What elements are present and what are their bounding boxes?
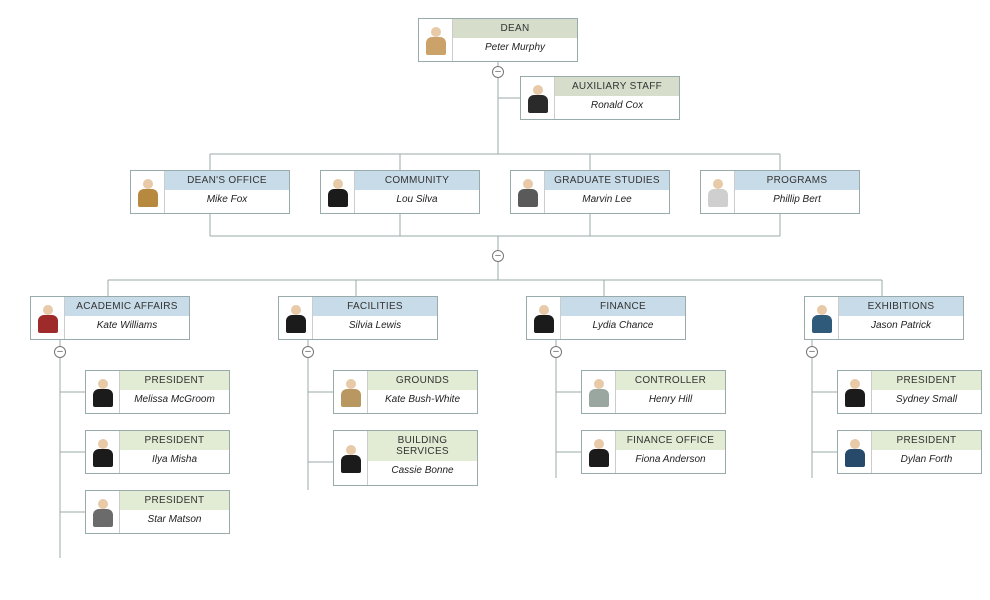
org-node-pres4[interactable]: PRESIDENTSydney Small bbox=[837, 370, 982, 414]
node-name: Phillip Bert bbox=[735, 190, 859, 209]
avatar bbox=[334, 431, 368, 485]
collapse-toggle[interactable]: – bbox=[492, 66, 504, 78]
node-title: EXHIBITIONS bbox=[839, 297, 963, 316]
node-title: PROGRAMS bbox=[735, 171, 859, 190]
org-node-building[interactable]: BUILDING SERVICESCassie Bonne bbox=[333, 430, 478, 486]
org-node-pres3[interactable]: PRESIDENTStar Matson bbox=[85, 490, 230, 534]
node-name: Henry Hill bbox=[616, 390, 725, 409]
node-title: PRESIDENT bbox=[872, 371, 981, 390]
node-title: PRESIDENT bbox=[120, 371, 229, 390]
avatar bbox=[334, 371, 368, 413]
avatar bbox=[86, 431, 120, 473]
node-title: FINANCE bbox=[561, 297, 685, 316]
org-node-dean[interactable]: DEANPeter Murphy bbox=[418, 18, 578, 62]
node-title: PRESIDENT bbox=[120, 431, 229, 450]
node-name: Kate Williams bbox=[65, 316, 189, 335]
node-name: Fiona Anderson bbox=[616, 450, 725, 469]
node-title: GRADUATE STUDIES bbox=[545, 171, 669, 190]
node-name: Ronald Cox bbox=[555, 96, 679, 115]
avatar bbox=[279, 297, 313, 339]
node-name: Cassie Bonne bbox=[368, 461, 477, 480]
node-name: Star Matson bbox=[120, 510, 229, 529]
node-name: Melissa McGroom bbox=[120, 390, 229, 409]
node-title: GROUNDS bbox=[368, 371, 477, 390]
avatar bbox=[701, 171, 735, 213]
avatar bbox=[838, 371, 872, 413]
org-node-programs[interactable]: PROGRAMSPhillip Bert bbox=[700, 170, 860, 214]
collapse-toggle[interactable]: – bbox=[550, 346, 562, 358]
collapse-toggle[interactable]: – bbox=[492, 250, 504, 262]
node-title: CONTROLLER bbox=[616, 371, 725, 390]
node-name: Marvin Lee bbox=[545, 190, 669, 209]
node-title: DEAN bbox=[453, 19, 577, 38]
org-node-pres5[interactable]: PRESIDENTDylan Forth bbox=[837, 430, 982, 474]
org-node-pres1[interactable]: PRESIDENTMelissa McGroom bbox=[85, 370, 230, 414]
org-node-aux[interactable]: AUXILIARY STAFFRonald Cox bbox=[520, 76, 680, 120]
org-node-finance[interactable]: FINANCELydia Chance bbox=[526, 296, 686, 340]
avatar bbox=[582, 431, 616, 473]
collapse-toggle[interactable]: – bbox=[806, 346, 818, 358]
avatar bbox=[582, 371, 616, 413]
avatar bbox=[86, 491, 120, 533]
avatar bbox=[419, 19, 453, 61]
org-node-exhibitions[interactable]: EXHIBITIONSJason Patrick bbox=[804, 296, 964, 340]
avatar bbox=[321, 171, 355, 213]
node-title: FINANCE OFFICE bbox=[616, 431, 725, 450]
org-node-facilities[interactable]: FACILITIESSilvia Lewis bbox=[278, 296, 438, 340]
node-name: Mike Fox bbox=[165, 190, 289, 209]
org-node-controller[interactable]: CONTROLLERHenry Hill bbox=[581, 370, 726, 414]
org-node-finoffice[interactable]: FINANCE OFFICEFiona Anderson bbox=[581, 430, 726, 474]
node-title: DEAN'S OFFICE bbox=[165, 171, 289, 190]
node-title: AUXILIARY STAFF bbox=[555, 77, 679, 96]
collapse-toggle[interactable]: – bbox=[54, 346, 66, 358]
org-node-grad[interactable]: GRADUATE STUDIESMarvin Lee bbox=[510, 170, 670, 214]
node-name: Lydia Chance bbox=[561, 316, 685, 335]
node-name: Jason Patrick bbox=[839, 316, 963, 335]
node-name: Sydney Small bbox=[872, 390, 981, 409]
node-name: Lou Silva bbox=[355, 190, 479, 209]
org-node-grounds[interactable]: GROUNDSKate Bush-White bbox=[333, 370, 478, 414]
avatar bbox=[31, 297, 65, 339]
node-title: BUILDING SERVICES bbox=[368, 431, 477, 461]
node-title: PRESIDENT bbox=[120, 491, 229, 510]
node-title: COMMUNITY bbox=[355, 171, 479, 190]
node-name: Dylan Forth bbox=[872, 450, 981, 469]
node-title: ACADEMIC AFFAIRS bbox=[65, 297, 189, 316]
avatar bbox=[527, 297, 561, 339]
avatar bbox=[838, 431, 872, 473]
org-node-community[interactable]: COMMUNITYLou Silva bbox=[320, 170, 480, 214]
org-node-academic[interactable]: ACADEMIC AFFAIRSKate Williams bbox=[30, 296, 190, 340]
node-title: FACILITIES bbox=[313, 297, 437, 316]
avatar bbox=[521, 77, 555, 119]
node-name: Peter Murphy bbox=[453, 38, 577, 57]
org-node-deans_office[interactable]: DEAN'S OFFICEMike Fox bbox=[130, 170, 290, 214]
avatar bbox=[131, 171, 165, 213]
node-title: PRESIDENT bbox=[872, 431, 981, 450]
node-name: Kate Bush-White bbox=[368, 390, 477, 409]
collapse-toggle[interactable]: – bbox=[302, 346, 314, 358]
node-name: Ilya Misha bbox=[120, 450, 229, 469]
node-name: Silvia Lewis bbox=[313, 316, 437, 335]
avatar bbox=[511, 171, 545, 213]
avatar bbox=[805, 297, 839, 339]
avatar bbox=[86, 371, 120, 413]
org-node-pres2[interactable]: PRESIDENTIlya Misha bbox=[85, 430, 230, 474]
